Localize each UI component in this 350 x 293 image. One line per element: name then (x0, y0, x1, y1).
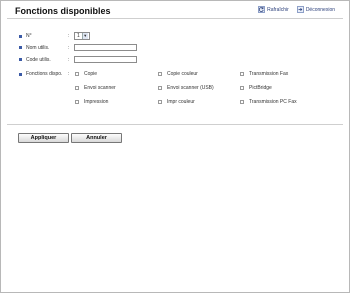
checkbox[interactable] (75, 100, 79, 104)
function-checkbox-pictbridge[interactable]: PictBridge (240, 85, 272, 91)
header-divider (7, 18, 343, 19)
checkbox[interactable] (158, 72, 162, 76)
usercode-row: Code utilis. : (19, 56, 137, 63)
row-bullet (19, 46, 22, 49)
function-label: Transmission PC Fax (249, 99, 297, 105)
username-input[interactable] (74, 44, 137, 51)
number-label: N° (26, 33, 32, 39)
actions-divider (7, 124, 343, 125)
refresh-link[interactable]: Rafraîchir (258, 6, 289, 13)
colon: : (68, 71, 70, 77)
function-label: Copie (84, 71, 98, 77)
checkbox[interactable] (240, 72, 244, 76)
page-frame: Fonctions disponibles Rafraîchir Déconne… (0, 0, 350, 293)
function-label: Envoi scanner (USB) (167, 85, 214, 91)
cancel-button[interactable]: Annuler (71, 133, 122, 143)
logout-label[interactable]: Déconnexion (306, 7, 335, 13)
checkbox[interactable] (75, 86, 79, 90)
function-checkbox-color-print[interactable]: Impr couleur (158, 99, 195, 105)
checkbox[interactable] (240, 86, 244, 90)
function-checkbox-copy[interactable]: Copie (75, 71, 97, 77)
checkbox[interactable] (240, 100, 244, 104)
refresh-label[interactable]: Rafraîchir (267, 7, 289, 13)
logout-icon (296, 6, 304, 13)
checkbox[interactable] (158, 86, 162, 90)
username-label: Nom utilis. (26, 44, 50, 51)
function-label: Copie couleur (167, 71, 198, 77)
refresh-icon (258, 6, 266, 13)
function-checkbox-scanner-usb[interactable]: Envoi scanner (USB) (158, 85, 214, 91)
page-title: Fonctions disponibles (15, 6, 111, 16)
row-bullet (19, 34, 22, 38)
chevron-down-icon: ▼ (81, 33, 88, 39)
number-row: N° : 1 ▼ (19, 32, 90, 40)
row-bullet (19, 58, 22, 61)
apply-button[interactable]: Appliquer (18, 133, 69, 143)
number-select[interactable]: 1 ▼ (74, 32, 90, 40)
number-select-value: 1 (77, 33, 80, 39)
functions-row: Fonctions dispo. : (19, 71, 74, 77)
function-checkbox-color-copy[interactable]: Copie couleur (158, 71, 198, 77)
function-checkbox-scanner[interactable]: Envoi scanner (75, 85, 116, 91)
logout-link[interactable]: Déconnexion (296, 6, 335, 13)
function-label: Impression (84, 99, 109, 105)
username-row: Nom utilis. : (19, 44, 137, 51)
function-checkbox-pc-fax[interactable]: Transmission PC Fax (240, 99, 297, 105)
function-label: PictBridge (249, 85, 272, 91)
function-label: Transmission Fax (249, 71, 289, 77)
function-label: Envoi scanner (84, 85, 116, 91)
checkbox[interactable] (75, 72, 79, 76)
function-checkbox-print[interactable]: Impression (75, 99, 108, 105)
usercode-label: Code utilis. (26, 56, 51, 63)
row-bullet (19, 72, 22, 76)
checkbox[interactable] (158, 100, 162, 104)
functions-label: Fonctions dispo. (26, 71, 63, 77)
top-links: Rafraîchir Déconnexion (258, 6, 335, 13)
function-checkbox-fax[interactable]: Transmission Fax (240, 71, 288, 77)
usercode-input[interactable] (74, 56, 137, 63)
function-label: Impr couleur (167, 99, 195, 105)
